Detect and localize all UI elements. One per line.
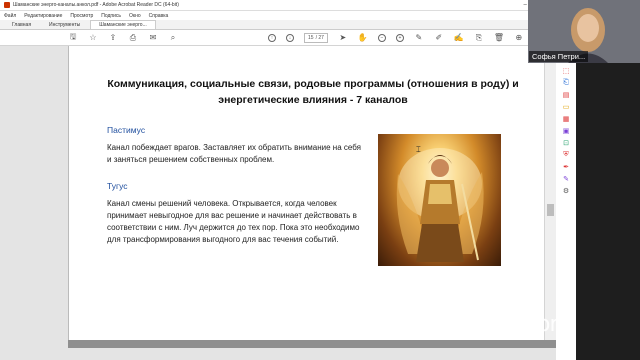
zoom-logo: zoom <box>514 312 571 337</box>
protect-icon[interactable]: ⛨ <box>562 150 571 159</box>
menu-bar: Файл Редактирование Просмотр Подпись Окн… <box>0 11 560 20</box>
angel-illustration <box>378 134 501 266</box>
more-tools-icon[interactable]: ⊕ <box>514 33 524 43</box>
delete-icon[interactable]: 🗑 <box>494 33 504 43</box>
combine-files-icon[interactable]: ▦ <box>562 114 571 123</box>
page-bottom-strip <box>0 340 560 360</box>
minimize-icon[interactable]: – <box>524 2 527 8</box>
participant-name: Софья Петри... <box>529 51 589 62</box>
vertical-scrollbar[interactable] <box>544 46 556 350</box>
scrollbar-thumb[interactable] <box>547 204 554 216</box>
tab-bar: Главная Инструменты Шаманские энерго... <box>0 20 560 30</box>
section-name: Пастимус <box>107 125 146 135</box>
scan-ocr-icon[interactable]: ⊡ <box>562 138 571 147</box>
more-tools-pane-icon[interactable]: ⚙ <box>562 186 571 195</box>
acrobat-icon <box>4 2 10 8</box>
edit-pdf-icon[interactable]: ▤ <box>562 90 571 99</box>
tab-document[interactable]: Шаманские энерго... <box>90 20 156 29</box>
create-pdf-icon[interactable]: ⎗ <box>562 78 571 87</box>
page-current[interactable]: 15 <box>308 35 314 41</box>
menu-edit[interactable]: Редактирование <box>24 13 62 19</box>
menu-help[interactable]: Справка <box>149 13 169 19</box>
zoom-out-icon[interactable]: − <box>377 33 386 42</box>
email-icon[interactable]: ✉ <box>148 33 158 43</box>
section-text: Канал смены решений человека. Открываетс… <box>107 199 360 244</box>
menu-window[interactable]: Окно <box>129 13 141 19</box>
select-cursor-icon[interactable]: ➤ <box>338 33 348 43</box>
section-name: Тугус <box>107 181 128 191</box>
section-pastimus: Пастимус Канал побеждает врагов. Заставл… <box>107 124 365 166</box>
comment-tool-icon[interactable]: ▭ <box>562 102 571 111</box>
tab-home[interactable]: Главная <box>4 20 39 29</box>
highlight-icon[interactable]: ✐ <box>434 33 444 43</box>
sign-icon[interactable]: ✍ <box>454 33 464 43</box>
title-bar: Шаманские энерго-каналы.анкол.pdf - Adob… <box>0 0 560 11</box>
organize-pages-icon[interactable]: ▣ <box>562 126 571 135</box>
zoom-in-icon[interactable]: + <box>395 33 404 42</box>
send-for-signature-icon[interactable]: ✎ <box>562 174 571 183</box>
fill-sign-icon[interactable]: ✒ <box>562 162 571 171</box>
upload-icon[interactable]: ⇪ <box>108 33 118 43</box>
print-icon[interactable]: ⎙ <box>128 33 138 43</box>
angel-figure-art <box>396 148 484 262</box>
section-tugus: Тугус Канал смены решений человека. Откр… <box>107 180 365 246</box>
page-down-icon[interactable]: ↓ <box>286 33 294 42</box>
search-icon[interactable]: ⌕ <box>168 33 178 43</box>
comment-icon[interactable]: ✎ <box>414 33 424 43</box>
stamp-icon[interactable]: ⎘ <box>474 33 484 43</box>
zoom-gallery-background <box>576 63 640 360</box>
hand-tool-icon[interactable]: ✋ <box>358 33 368 43</box>
text-cursor-icon: ⌶ <box>416 145 421 154</box>
window-title: Шаманские энерго-каналы.анкол.pdf - Adob… <box>13 2 179 8</box>
tab-tools[interactable]: Инструменты <box>41 20 88 29</box>
participant-video[interactable]: Софья Петри... <box>528 0 640 63</box>
menu-view[interactable]: Просмотр <box>70 13 93 19</box>
screen: Шаманские энерго-каналы.анкол.pdf - Adob… <box>0 0 640 360</box>
page-up-icon[interactable]: ↑ <box>268 33 276 42</box>
toolbar: 🖫 ☆ ⇪ ⎙ ✉ ⌕ ↑ ↓ 15 / 27 ➤ ✋ − + ✎ ✐ ✍ ⎘ … <box>0 30 560 46</box>
page-total: / 27 <box>315 34 324 41</box>
export-pdf-icon[interactable]: ⬚ <box>562 66 571 75</box>
menu-file[interactable]: Файл <box>4 13 16 19</box>
slide-title: Коммуникация, социальные связи, родовые … <box>107 78 519 106</box>
section-text: Канал побеждает врагов. Заставляет их об… <box>107 143 361 164</box>
bookmark-icon[interactable]: ☆ <box>88 33 98 43</box>
menu-sign[interactable]: Подпись <box>101 13 121 19</box>
document-area: Коммуникация, социальные связи, родовые … <box>0 46 556 360</box>
page-indicator[interactable]: 15 / 27 <box>304 32 328 43</box>
next-page-edge <box>68 340 556 348</box>
save-icon[interactable]: 🖫 <box>68 32 78 43</box>
pdf-page: Коммуникация, социальные связи, родовые … <box>68 46 556 342</box>
